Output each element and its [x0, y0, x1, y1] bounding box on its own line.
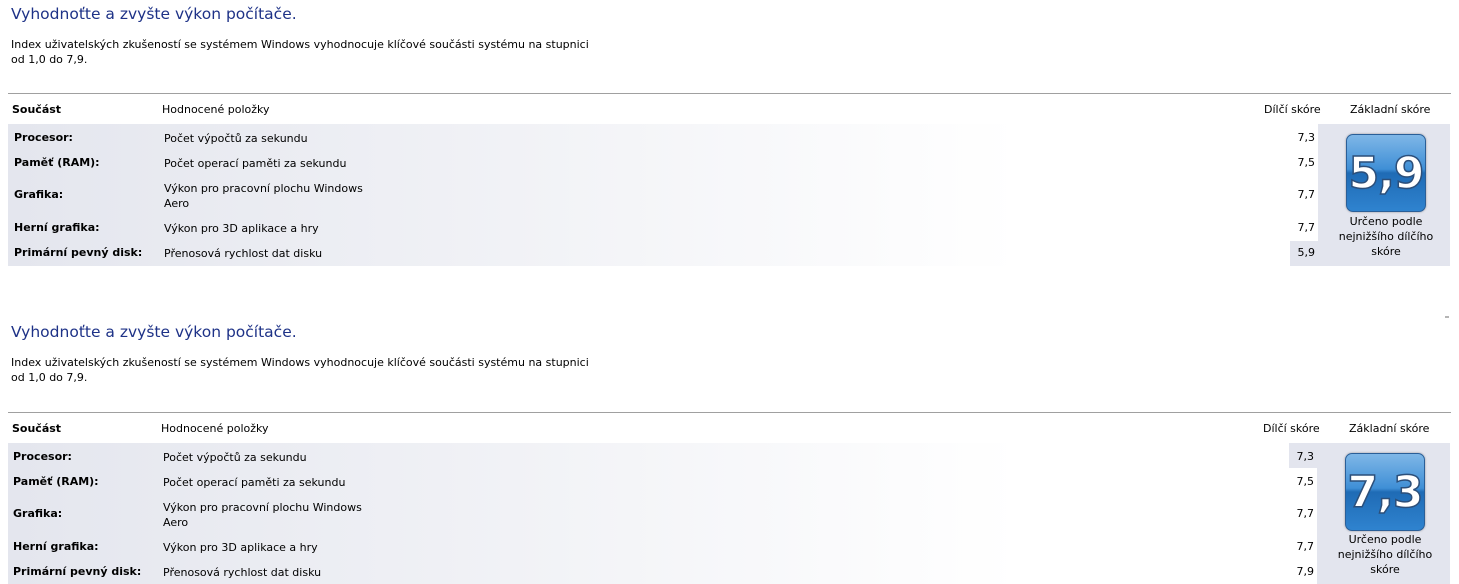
row-score: 7,7: [1296, 540, 1315, 553]
wei-panel-1: Vyhodnoťte a zvyšte výkon počítače. Inde…: [0, 0, 1459, 290]
base-score-badge[interactable]: 5,9: [1346, 134, 1426, 212]
row-rated: Počet operací paměti za sekundu: [164, 157, 347, 170]
score-table: Procesor: Počet výpočtů za sekundu 7,3 P…: [8, 124, 1450, 266]
header-divider: [8, 93, 1451, 94]
row-component: Grafika:: [14, 188, 64, 201]
scroll-marker: [1445, 316, 1449, 318]
table-row: Primární pevný disk: Přenosová rychlost …: [8, 565, 1314, 580]
row-score: 7,7: [1297, 188, 1316, 201]
base-score-value: 7,3: [1347, 466, 1424, 519]
base-score-caption: Určeno podle nejnižšího dílčího skóre: [1337, 533, 1433, 576]
row-score: 7,3: [1296, 450, 1315, 463]
table-row: Herní grafika: Výkon pro 3D aplikace a h…: [8, 221, 1315, 236]
row-rated: Počet výpočtů za sekundu: [164, 132, 308, 145]
row-rated: Výkon pro pracovní plochu Windows Aero: [164, 182, 363, 210]
row-component: Procesor:: [13, 450, 72, 463]
row-score: 7,7: [1297, 221, 1316, 234]
table-row: Paměť (RAM): Počet operací paměti za sek…: [8, 475, 1314, 490]
table-row: Paměť (RAM): Počet operací paměti za sek…: [8, 156, 1315, 171]
table-row: Procesor: Počet výpočtů za sekundu 7,3: [8, 450, 1314, 465]
page-title: Vyhodnoťte a zvyšte výkon počítače.: [11, 5, 297, 23]
column-header-component: Součást: [12, 103, 62, 116]
wei-panel-2: Vyhodnoťte a zvyšte výkon počítače. Inde…: [0, 319, 1459, 584]
row-rated: Výkon pro 3D aplikace a hry: [164, 222, 319, 235]
table-row: Procesor: Počet výpočtů za sekundu 7,3: [8, 131, 1315, 146]
row-component: Herní grafika:: [13, 540, 99, 553]
header-divider: [8, 412, 1451, 413]
row-score: 5,9: [1297, 246, 1316, 259]
row-rated: Počet operací paměti za sekundu: [163, 476, 346, 489]
row-score: 7,5: [1297, 156, 1316, 169]
row-score: 7,9: [1296, 565, 1315, 578]
row-component: Primární pevný disk:: [14, 246, 143, 259]
column-header-subscore: Dílčí skóre: [1263, 422, 1320, 435]
row-score: 7,7: [1296, 507, 1315, 520]
row-component: Paměť (RAM):: [13, 475, 99, 488]
row-component: Herní grafika:: [14, 221, 100, 234]
column-header-base: Základní skóre: [1349, 422, 1430, 435]
table-row: Grafika: Výkon pro pracovní plochu Windo…: [8, 181, 1315, 211]
row-rated: Výkon pro pracovní plochu Windows Aero: [163, 501, 362, 529]
row-rated: Výkon pro 3D aplikace a hry: [163, 541, 318, 554]
base-score-badge[interactable]: 7,3: [1345, 453, 1425, 531]
row-component: Procesor:: [14, 131, 73, 144]
row-score: 7,5: [1296, 475, 1315, 488]
row-component: Grafika:: [13, 507, 63, 520]
score-table: Procesor: Počet výpočtů za sekundu 7,3 P…: [8, 443, 1450, 584]
page-description: Index uživatelských zkušeností se systém…: [11, 356, 589, 384]
row-component: Primární pevný disk:: [13, 565, 142, 578]
base-score-caption: Určeno podle nejnižšího dílčího skóre: [1338, 215, 1434, 258]
column-header-component: Součást: [12, 422, 62, 435]
page-title: Vyhodnoťte a zvyšte výkon počítače.: [11, 323, 297, 341]
column-header-rated: Hodnocené položky: [161, 422, 269, 435]
table-row: Grafika: Výkon pro pracovní plochu Windo…: [8, 500, 1314, 530]
row-rated: Přenosová rychlost dat disku: [164, 247, 323, 260]
row-rated: Počet výpočtů za sekundu: [163, 451, 307, 464]
row-rated: Přenosová rychlost dat disku: [163, 566, 322, 579]
table-row: Herní grafika: Výkon pro 3D aplikace a h…: [8, 540, 1314, 555]
row-score: 7,3: [1297, 131, 1316, 144]
column-header-base: Základní skóre: [1350, 103, 1431, 116]
column-header-rated: Hodnocené položky: [162, 103, 270, 116]
base-score-value: 5,9: [1348, 147, 1425, 200]
row-component: Paměť (RAM):: [14, 156, 100, 169]
table-row: Primární pevný disk: Přenosová rychlost …: [8, 246, 1315, 261]
page-description: Index uživatelských zkušeností se systém…: [11, 38, 589, 66]
column-header-subscore: Dílčí skóre: [1264, 103, 1321, 116]
